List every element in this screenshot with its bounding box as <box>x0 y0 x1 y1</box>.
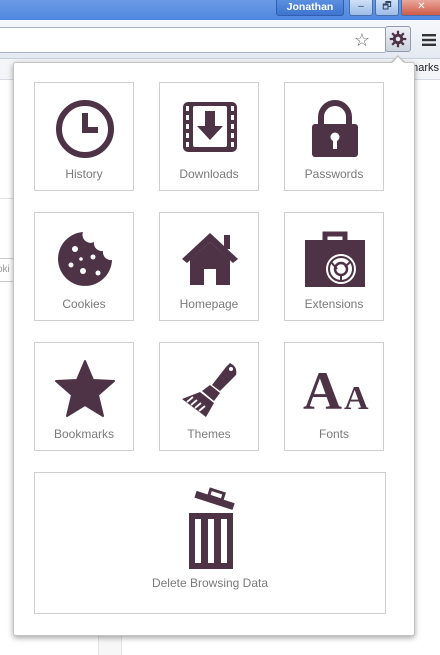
tile-passwords[interactable]: Passwords <box>284 82 384 191</box>
tile-label: Homepage <box>179 297 239 311</box>
trash-icon <box>189 487 235 569</box>
hamburger-menu-icon[interactable] <box>422 33 436 46</box>
cookie-icon <box>58 232 112 286</box>
tile-label: Delete Browsing Data <box>151 576 269 590</box>
tile-themes[interactable]: Themes <box>159 342 259 451</box>
address-bar[interactable]: ☆ <box>0 27 386 53</box>
tile-downloads[interactable]: Downloads <box>159 82 259 191</box>
page-divider <box>0 198 14 199</box>
bookmark-star-icon[interactable]: ☆ <box>352 31 372 49</box>
tile-cookies[interactable]: Cookies <box>34 212 134 321</box>
svg-text:A: A <box>303 361 342 419</box>
download-icon <box>183 102 237 152</box>
star-icon <box>55 360 115 417</box>
tile-label: Passwords <box>304 167 364 181</box>
profile-user-button[interactable]: Jonathan <box>276 0 344 16</box>
page-column <box>98 634 122 655</box>
tile-history[interactable]: History <box>34 82 134 191</box>
gear-icon <box>389 30 407 48</box>
tile-label: History <box>65 167 103 181</box>
tile-label: Cookies <box>62 297 106 311</box>
minimize-button[interactable]: – <box>349 0 373 16</box>
tile-label: Fonts <box>318 427 349 441</box>
svg-text:A: A <box>344 380 369 417</box>
extension-bag-icon <box>305 231 365 287</box>
tile-label: Extensions <box>304 297 364 311</box>
extension-button[interactable] <box>385 26 411 52</box>
restore-button[interactable]: 🗗 <box>375 0 399 16</box>
tile-label: Bookmarks <box>53 427 115 441</box>
window-titlebar: Jonathan – 🗗 ✕ <box>0 0 440 20</box>
tile-homepage[interactable]: Homepage <box>159 212 259 321</box>
tile-label: Themes <box>187 427 231 441</box>
browser-toolbar: ☆ <box>0 20 440 59</box>
tile-bookmarks[interactable]: Bookmarks <box>34 342 134 451</box>
home-icon <box>182 233 238 285</box>
tile-label: Downloads <box>179 167 239 181</box>
tile-extensions[interactable]: Extensions <box>284 212 384 321</box>
close-button[interactable]: ✕ <box>401 0 440 16</box>
tile-fonts[interactable]: A A Fonts <box>284 342 384 451</box>
clock-icon <box>56 100 114 158</box>
panel-pointer-inner <box>391 57 405 64</box>
quick-menu-panel: History Downloads Passwords Cookies Home… <box>13 62 415 636</box>
fonts-icon: A A <box>303 361 369 419</box>
paintbrush-icon <box>182 363 237 417</box>
tile-delete-browsing-data[interactable]: Delete Browsing Data <box>34 472 386 614</box>
lock-icon <box>312 100 358 157</box>
